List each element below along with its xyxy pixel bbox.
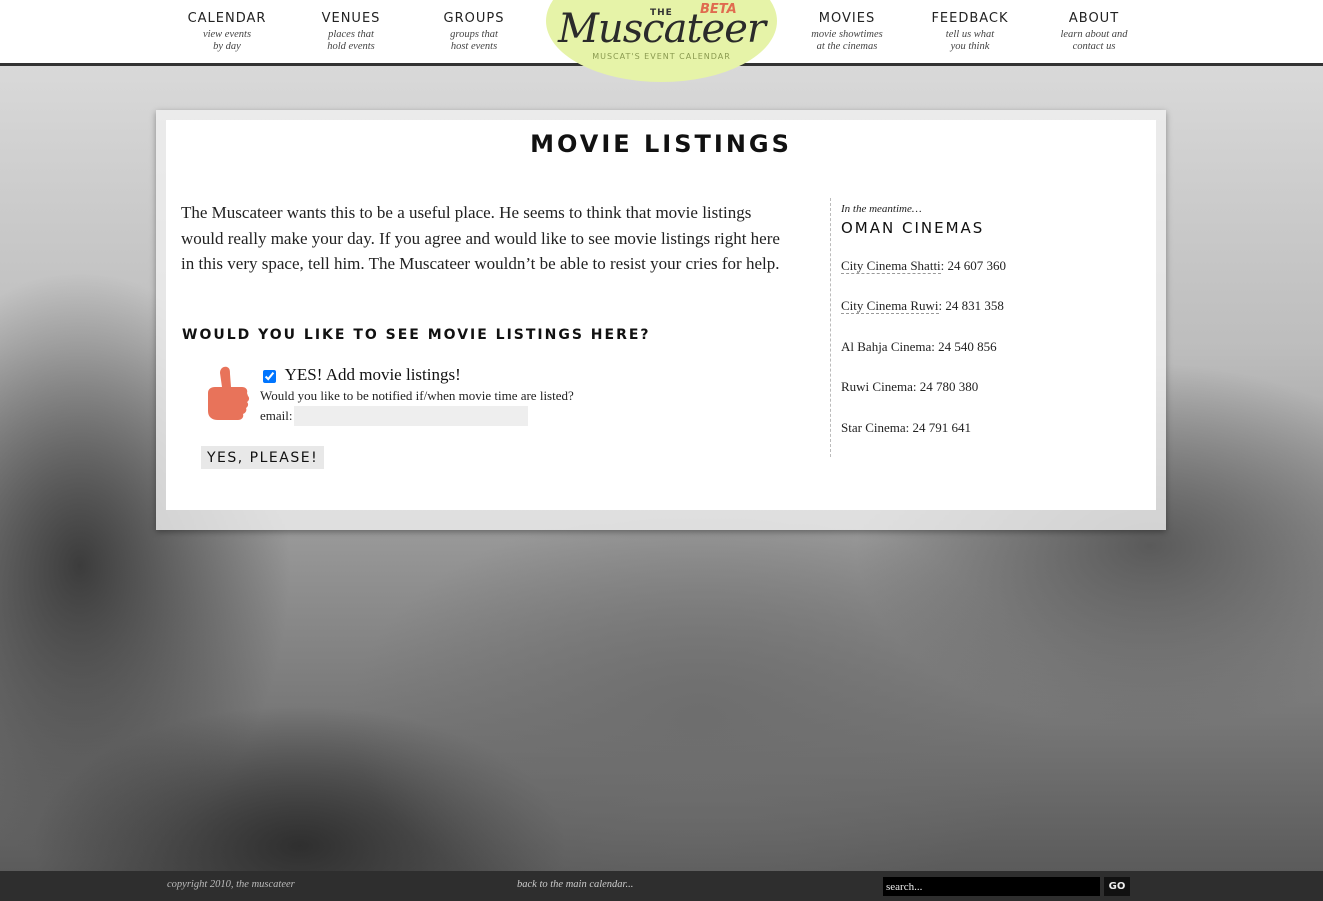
add-listings-label: YES! Add movie listings! — [284, 365, 461, 384]
cinema-phone: : 24 831 358 — [938, 298, 1004, 313]
logo-tagline: MUSCAT'S EVENT CALENDAR — [592, 52, 731, 61]
nav-movies[interactable]: MOVIES movie showtimes at the cinemas — [792, 11, 902, 53]
cinema-item: Ruwi Cinema: 24 780 380 — [841, 379, 978, 395]
search-input[interactable] — [883, 877, 1100, 896]
add-listings-option[interactable]: YES! Add movie listings! — [263, 365, 461, 385]
cinema-item: City Cinema Ruwi: 24 831 358 — [841, 298, 1004, 314]
nav-subtitle: at the cinemas — [816, 41, 878, 52]
nav-feedback[interactable]: FEEDBACK tell us what you think — [915, 11, 1025, 53]
site-footer: copyright 2010, the muscateer back to th… — [0, 871, 1323, 901]
nav-subtitle: tell us what — [945, 29, 995, 40]
cinema-item: Star Cinema: 24 791 641 — [841, 420, 971, 436]
email-field[interactable] — [294, 406, 528, 426]
nav-about[interactable]: ABOUT learn about and contact us — [1039, 11, 1149, 53]
cinema-name: Ruwi Cinema — [841, 379, 913, 394]
nav-subtitle: by day — [213, 41, 241, 52]
nav-groups[interactable]: GROUPS groups that host events — [419, 11, 529, 53]
submit-button[interactable]: Yes, please! — [201, 446, 325, 469]
nav-label: VENUES — [321, 11, 381, 26]
email-label: email: — [260, 408, 293, 423]
nav-label: MOVIES — [818, 11, 876, 26]
nav-calendar[interactable]: CALENDAR view events by day — [172, 11, 282, 53]
nav-subtitle: you think — [950, 41, 990, 52]
content-panel: Movie Listings The Muscateer wants this … — [166, 120, 1156, 510]
cinema-link[interactable]: City Cinema Shatti — [841, 258, 941, 274]
nav-subtitle: places that — [328, 29, 374, 40]
intro-paragraph: The Muscateer wants this to be a useful … — [181, 203, 780, 273]
nav-label: ABOUT — [1068, 11, 1120, 26]
cinema-phone: : 24 780 380 — [912, 379, 979, 394]
site-header: CALENDAR view events by day VENUES place… — [0, 0, 1323, 82]
nav-subtitle: contact us — [1072, 41, 1116, 52]
cinema-item: Al Bahja Cinema: 24 540 856 — [841, 339, 997, 355]
notify-prompt: Would you like to be notified if/when mo… — [260, 388, 574, 403]
cinema-link[interactable]: City Cinema Ruwi — [841, 298, 939, 314]
nav-subtitle: groups that — [450, 29, 498, 40]
cinema-name: Al Bahja Cinema — [841, 339, 932, 354]
sidebar-intro: In the meantime… — [841, 203, 922, 215]
add-listings-checkbox[interactable] — [263, 369, 276, 383]
nav-subtitle: view events — [202, 29, 252, 40]
cinema-item: City Cinema Shatti: 24 607 360 — [841, 258, 1006, 274]
nav-subtitle: learn about and — [1060, 29, 1128, 40]
thumbs-up-icon — [208, 366, 250, 420]
copyright-text: copyright 2010, the muscateer — [167, 879, 295, 890]
nav-subtitle: hold events — [327, 41, 375, 52]
nav-label: FEEDBACK — [931, 11, 1009, 26]
cinema-name: Star Cinema — [841, 420, 906, 435]
cinemas-sidebar: In the meantime… Oman Cinemas City Cinem… — [830, 198, 1130, 457]
cinema-phone: : 24 540 856 — [931, 339, 997, 354]
page-title: Movie Listings — [530, 130, 792, 158]
cinema-phone: : 24 791 641 — [905, 420, 972, 435]
nav-subtitle: movie showtimes — [811, 29, 883, 40]
back-to-calendar-link[interactable]: back to the main calendar... — [517, 879, 633, 890]
cinema-phone: : 24 607 360 — [940, 258, 1007, 273]
nav-label: GROUPS — [443, 11, 505, 26]
logo-wordmark: Muscateer — [557, 6, 766, 52]
listing-question-heading: Would you like to see movie listings her… — [182, 327, 651, 343]
nav-label: CALENDAR — [187, 11, 267, 26]
nav-venues[interactable]: VENUES places that hold events — [296, 11, 406, 53]
sidebar-title: Oman Cinemas — [841, 219, 985, 237]
nav-subtitle: host events — [450, 41, 498, 52]
search-go-button[interactable]: GO — [1104, 877, 1130, 896]
